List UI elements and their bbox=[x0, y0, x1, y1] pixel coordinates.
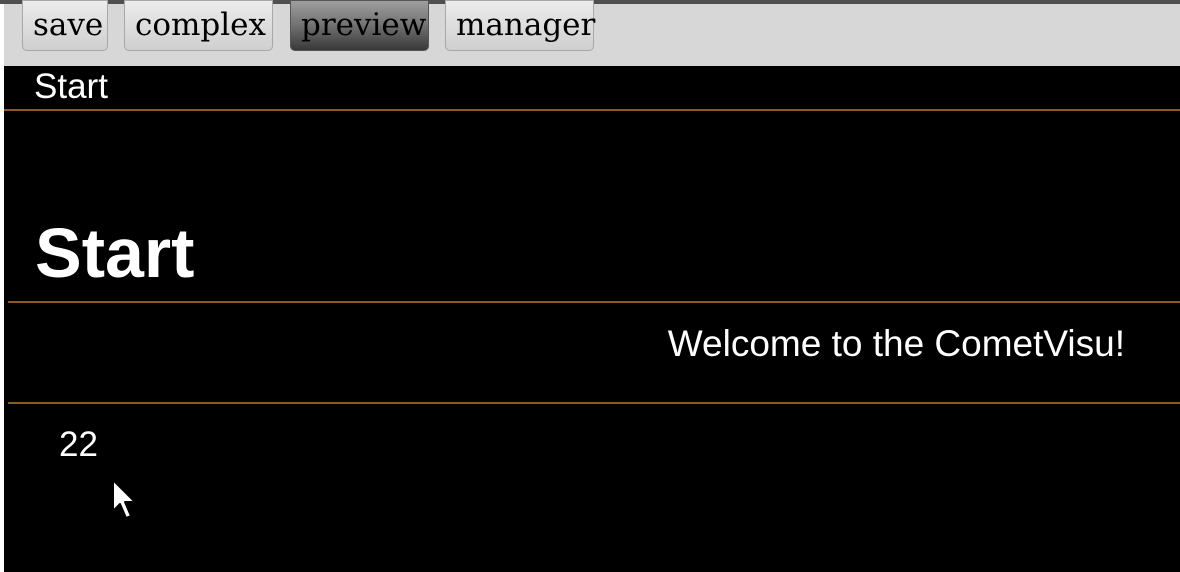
breadcrumb-start[interactable]: Start bbox=[34, 68, 108, 106]
manager-button[interactable]: manager bbox=[445, 0, 595, 51]
title-divider bbox=[8, 301, 1180, 303]
value-display: 22 bbox=[59, 425, 98, 464]
welcome-message: Welcome to the CometVisu! bbox=[667, 323, 1125, 364]
mouse-pointer-icon bbox=[112, 479, 136, 519]
cometvisu-preview: Start Start Welcome to the CometVisu! 22 bbox=[4, 66, 1180, 572]
preview-button[interactable]: preview bbox=[290, 0, 429, 51]
breadcrumb-divider bbox=[4, 109, 1180, 111]
page-title: Start bbox=[35, 213, 195, 292]
editor-toolbar: save complex preview manager bbox=[4, 0, 1180, 66]
browser-window: save complex preview manager Start Start… bbox=[0, 0, 1180, 572]
complex-button[interactable]: complex bbox=[124, 0, 273, 51]
save-button[interactable]: save bbox=[22, 0, 108, 51]
welcome-divider bbox=[8, 402, 1180, 404]
